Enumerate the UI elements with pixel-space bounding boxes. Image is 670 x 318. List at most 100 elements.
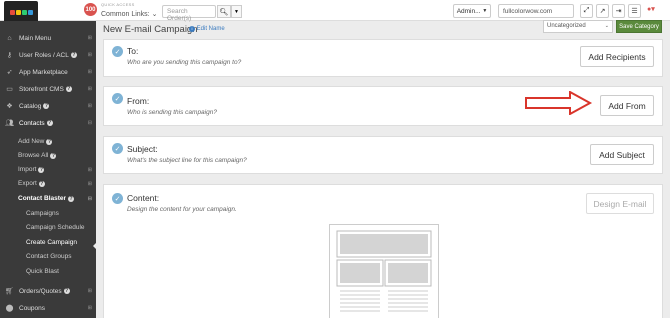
home-icon: ⌂ (7, 34, 12, 42)
sidebar-subitem-label: Add New (18, 138, 45, 145)
design-email-button[interactable]: Design E-mail (586, 193, 654, 214)
domain-field[interactable]: fullcolorwow.com (498, 4, 574, 18)
sidebar-item-user-roles[interactable]: ⚷ User Roles / ACL? ⊞ (0, 47, 96, 63)
sidebar-item-label: App Marketplace (19, 68, 68, 76)
email-template-preview[interactable] (329, 224, 439, 318)
help-icon[interactable]: ? (38, 180, 45, 187)
expand-icon: ⊞ (87, 52, 92, 58)
search-input[interactable]: Search Order(s) (162, 5, 216, 22)
expand-icon: ⊞ (87, 305, 92, 311)
sidebar-item-label: Catalog (19, 102, 42, 110)
top-bar: 100 QUICK ACCESS Common Links: ⌄ Search … (0, 0, 670, 23)
category-select[interactable]: Uncategorized ⌄ (543, 20, 613, 33)
check-icon: ✓ (112, 143, 123, 154)
sidebar-item-label: Orders/Quotes (19, 287, 62, 295)
expand-icon: ⊞ (87, 69, 92, 75)
help-icon[interactable]: ? (50, 152, 57, 159)
sidebar-subitem-contact-groups[interactable]: Contact Groups (26, 250, 72, 263)
section-subtitle: What's the subject line for this campaig… (127, 157, 247, 164)
sidebar-item-app-marketplace[interactable]: ➶ App Marketplace ⊞ (0, 64, 96, 80)
expand-icon: ⊞ (87, 103, 92, 109)
search-dropdown-button[interactable]: ▼ (231, 5, 242, 18)
monitor-icon: ▭ (6, 86, 13, 93)
sidebar-item-label: Contacts (19, 119, 45, 127)
sidebar-subitem-browse-all[interactable]: Browse All? (18, 149, 57, 162)
add-from-button[interactable]: Add From (600, 95, 654, 116)
sidebar-subitem-export[interactable]: Export? ⊞ (18, 177, 92, 190)
page-title: New E-mail Campaign (103, 24, 198, 35)
expand-icon[interactable]: ⤢ (580, 4, 593, 18)
coupon-icon: ⬤ (5, 305, 14, 312)
help-icon[interactable]: ? (65, 86, 72, 92)
category-value: Uncategorized (547, 23, 586, 29)
sidebar-subitem-campaigns[interactable]: Campaigns (26, 207, 59, 220)
sidebar-item-label: Main Menu (19, 34, 52, 42)
section-subject: ✓ Subject: What's the subject line for t… (103, 136, 663, 174)
help-icon[interactable]: ? (46, 138, 53, 145)
sidebar-item-storefront-cms[interactable]: ▭ Storefront CMS? ⊞ (0, 81, 96, 97)
expand-icon: ⊞ (87, 35, 92, 41)
logo[interactable] (4, 1, 38, 23)
collapse-icon: ⊟ (87, 120, 92, 126)
common-links-dropdown[interactable]: Common Links: ⌄ (101, 10, 157, 18)
check-icon: ✓ (112, 46, 123, 57)
check-icon: ✓ (112, 193, 123, 204)
add-subject-button[interactable]: Add Subject (590, 144, 654, 165)
expand-icon: ⊞ (87, 180, 92, 187)
help-icon[interactable]: ? (63, 288, 70, 294)
section-subtitle: Who is sending this campaign? (127, 109, 217, 116)
notification-badge[interactable]: 100 (84, 3, 97, 16)
sidebar-subitem-create-campaign[interactable]: Create Campaign (26, 236, 77, 249)
sidebar-item-main-menu[interactable]: ⌂ Main Menu ⊞ (0, 30, 96, 46)
help-icon[interactable]: ? (68, 195, 75, 202)
sidebar-item-label: Storefront CMS (19, 85, 64, 93)
sidebar-subitem-campaign-schedule[interactable]: Campaign Schedule (26, 221, 85, 234)
sidebar-item-label: Coupons (19, 304, 46, 312)
add-recipients-button[interactable]: Add Recipients (580, 46, 654, 67)
active-indicator (93, 243, 96, 249)
section-title: Subject: (127, 144, 158, 154)
rocket-icon: ➶ (6, 69, 13, 76)
alert-icon[interactable]: ●▾ (647, 5, 655, 13)
section-title: From: (127, 96, 150, 106)
collapse-icon: ⊟ (87, 195, 92, 202)
quick-access-label: QUICK ACCESS (101, 2, 135, 7)
cart-icon: 🛒︎ (5, 288, 14, 295)
sidebar-subitem-label: Browse All (18, 152, 49, 159)
info-icon: i (189, 26, 195, 32)
chevron-down-icon: ⌄ (604, 23, 609, 29)
expand-icon: ⊞ (87, 166, 92, 173)
sidebar-subitem-label: Export (18, 180, 37, 187)
sidebar-item-coupons[interactable]: ⬤ Coupons ⊞ (0, 300, 96, 316)
key-icon: ⚷ (6, 52, 13, 59)
menu-icon[interactable]: ☰ (628, 4, 641, 18)
admin-dropdown[interactable]: Admin... ▼ (453, 4, 491, 18)
section-to: ✓ To: Who are you sending this campaign … (103, 39, 663, 77)
edit-name-label: Edit Name (196, 26, 225, 32)
search-button[interactable]: 🔍︎ (217, 5, 231, 18)
help-icon[interactable]: ? (43, 103, 50, 109)
external-link-icon[interactable]: ↗ (596, 4, 609, 18)
save-category-button[interactable]: Save Category (616, 20, 662, 33)
red-arrow-annotation (525, 91, 593, 115)
sidebar-subitem-contact-blaster[interactable]: Contact Blaster? ⊟ (18, 192, 92, 205)
sidebar-subitem-add-new[interactable]: Add New? (18, 135, 53, 148)
search-icon: 🔍︎ (219, 8, 229, 16)
sidebar-subitem-label: Import (18, 166, 37, 173)
sidebar-subitem-import[interactable]: Import? ⊞ (18, 163, 92, 176)
help-icon[interactable]: ? (46, 120, 53, 126)
help-icon[interactable]: ? (38, 166, 45, 173)
section-title: Content: (127, 193, 160, 203)
edit-name-link[interactable]: i Edit Name (189, 26, 225, 32)
section-content: ✓ Content: Design the content for your c… (103, 184, 663, 318)
expand-icon: ⊞ (87, 86, 92, 92)
users-icon: 👥︎ (5, 120, 14, 127)
sidebar-subitem-quick-blast[interactable]: Quick Blast (26, 265, 59, 278)
sidebar-item-contacts[interactable]: 👥︎ Contacts? ⊟ (0, 115, 96, 131)
logout-icon[interactable]: ⇥ (612, 4, 625, 18)
expand-icon: ⊞ (87, 288, 92, 294)
admin-label: Admin... (456, 7, 481, 15)
sidebar-item-catalog[interactable]: ❖ Catalog? ⊞ (0, 98, 96, 114)
help-icon[interactable]: ? (70, 52, 77, 58)
sidebar-item-orders-quotes[interactable]: 🛒︎ Orders/Quotes? ⊞ (0, 283, 96, 299)
